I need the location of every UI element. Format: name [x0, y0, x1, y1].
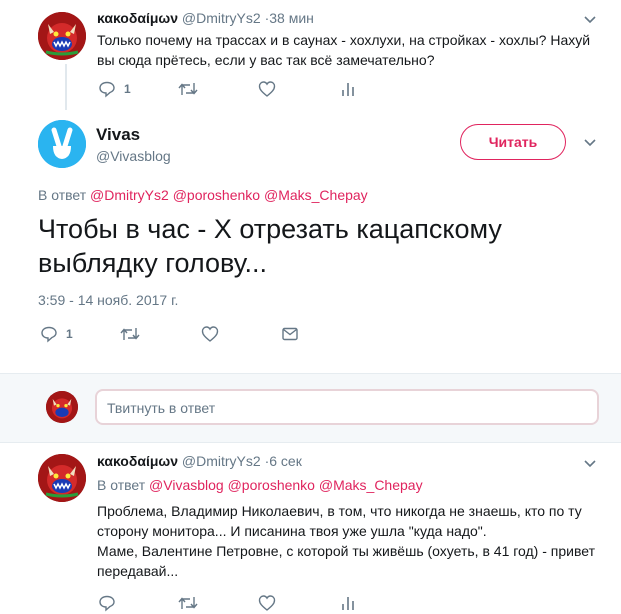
avatar[interactable] — [38, 454, 86, 502]
chevron-down-icon[interactable] — [582, 135, 598, 151]
analytics-icon — [342, 83, 354, 96]
demon-avatar-icon — [38, 12, 86, 60]
mention-link[interactable]: @poroshenko — [228, 477, 315, 493]
mention-link[interactable]: @Maks_Chepay — [319, 477, 423, 493]
user-handle[interactable]: @DmitryYs2 — [182, 453, 261, 469]
reply-button[interactable] — [98, 594, 116, 612]
mention-link[interactable]: @Maks_Chepay — [264, 187, 368, 203]
tweet-text-line: передавай... — [97, 563, 179, 579]
retweet-button[interactable] — [178, 594, 198, 612]
demon-avatar-icon — [46, 391, 78, 423]
reply-input[interactable]: Твитнуть в ответ — [95, 389, 599, 425]
retweet-icon — [120, 328, 140, 340]
mention-link[interactable]: @Vivasblog — [149, 477, 224, 493]
retweet-icon — [178, 83, 198, 95]
chevron-down-icon[interactable] — [582, 12, 598, 28]
tweet-text-line: сторону монитора... И писанина твоя уже … — [97, 523, 487, 539]
analytics-button[interactable] — [340, 80, 356, 98]
retweet-icon — [178, 597, 198, 609]
follow-button[interactable]: Читать — [460, 124, 566, 160]
replying-to: В ответ @DmitryYs2 @poroshenko @Maks_Che… — [38, 187, 368, 203]
like-icon — [258, 595, 276, 611]
tweet-header: κακοδαίμων @DmitryYs2 ·6 сек — [97, 453, 302, 469]
reply-button[interactable]: 1 — [40, 325, 73, 343]
tweet-header: κακοδαίμων @DmitryYs2 ·38 мин — [97, 10, 314, 26]
display-name[interactable]: κακοδαίμων — [97, 453, 178, 469]
tweet-text-line: Проблема, Владимир Николаевич, в том, чт… — [97, 503, 582, 519]
like-icon — [201, 326, 219, 342]
display-name[interactable]: Vivas — [96, 125, 140, 145]
tweet-text: Только почему на трассах и в саунах - хо… — [97, 32, 591, 68]
user-handle[interactable]: @DmitryYs2 — [182, 10, 261, 26]
analytics-button[interactable] — [340, 594, 356, 612]
reply-count: 1 — [124, 82, 131, 96]
tweet-time[interactable]: ·6 сек — [265, 453, 302, 469]
replying-to-label: В ответ — [97, 477, 146, 493]
display-name[interactable]: κακοδαίμων — [97, 10, 178, 26]
like-button[interactable] — [201, 325, 219, 343]
tweet-text-line: Маме, Валентине Петровне, с которой ты ж… — [97, 543, 595, 559]
avatar[interactable] — [38, 12, 86, 60]
reply-icon — [99, 81, 115, 98]
analytics-icon — [342, 597, 354, 610]
direct-message-button[interactable] — [281, 325, 299, 343]
retweet-button[interactable] — [178, 80, 198, 98]
replying-to-label: В ответ — [38, 187, 87, 203]
replying-to: В ответ @Vivasblog @poroshenko @Maks_Che… — [97, 477, 423, 493]
thread-connector-line — [65, 64, 67, 110]
tweet-timestamp[interactable]: 3:59 - 14 нояб. 2017 г. — [38, 292, 178, 308]
reply-count: 1 — [66, 327, 73, 341]
user-handle[interactable]: @Vivasblog — [96, 148, 171, 164]
retweet-button[interactable] — [120, 325, 140, 343]
message-icon — [282, 327, 298, 341]
tweet-text: Проблема, Владимир Николаевич, в том, чт… — [97, 501, 607, 581]
demon-avatar-icon — [38, 454, 86, 502]
chevron-down-icon[interactable] — [582, 456, 598, 472]
avatar — [46, 391, 78, 423]
mention-link[interactable]: @DmitryYs2 — [90, 187, 169, 203]
reply-icon — [99, 595, 115, 612]
reply-button[interactable]: 1 — [98, 80, 131, 98]
victory-hand-icon — [38, 120, 86, 168]
tweet-time[interactable]: ·38 мин — [265, 10, 314, 26]
avatar[interactable] — [38, 120, 86, 168]
tweet-text: Чтобы в час - Х отрезать кацапскому выбл… — [38, 214, 502, 278]
reply-icon — [41, 326, 57, 343]
like-button[interactable] — [258, 594, 276, 612]
like-button[interactable] — [258, 80, 276, 98]
like-icon — [258, 81, 276, 97]
mention-link[interactable]: @poroshenko — [173, 187, 260, 203]
